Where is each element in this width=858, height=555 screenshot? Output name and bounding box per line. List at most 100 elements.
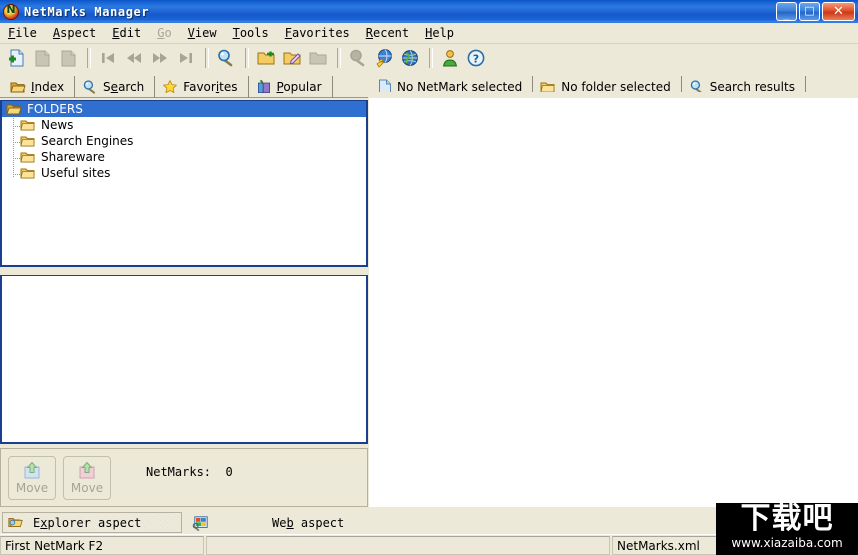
folder-icon xyxy=(20,136,35,147)
left-tab-strip: Index Search Favorites Popular xyxy=(0,74,368,98)
title-bar: NetMarks Manager _ □ ✕ xyxy=(0,0,858,23)
tree-row-useful-sites-label: Useful sites xyxy=(41,166,111,180)
move-down-button[interactable]: Move xyxy=(63,455,111,500)
folder-tree-panel[interactable]: FOLDERS News Search Engines Shareware Us… xyxy=(0,100,368,267)
copy-netmark-icon xyxy=(61,50,76,67)
toolbar-separator xyxy=(337,48,341,68)
move-up-button[interactable]: Move xyxy=(8,455,56,500)
new-folder-icon xyxy=(257,51,275,65)
delete-folder-button xyxy=(306,46,330,70)
menu-recent[interactable]: Recent xyxy=(358,24,417,42)
toolbar-separator xyxy=(205,48,209,68)
tree-row-news[interactable]: News xyxy=(2,117,366,133)
folder-open-icon xyxy=(10,82,26,93)
next-record-button xyxy=(148,46,172,70)
user-button[interactable] xyxy=(438,46,462,70)
import-web-button[interactable] xyxy=(372,46,396,70)
toolbar: ? xyxy=(0,44,858,72)
watermark-overlay: 下载吧 www.xiazaiba.com xyxy=(716,503,858,555)
menu-edit[interactable]: Edit xyxy=(104,24,149,42)
close-icon: ✕ xyxy=(833,4,844,19)
first-record-icon xyxy=(102,53,114,63)
netmarks-count: NetMarks: 0 xyxy=(146,464,233,479)
tab-popular[interactable]: Popular xyxy=(249,76,333,98)
book-icon xyxy=(257,79,270,93)
web-aspect-label: Web aspect xyxy=(272,515,345,530)
edit-folder-icon xyxy=(283,52,301,65)
tree-row-useful-sites[interactable]: Useful sites xyxy=(2,165,366,181)
netmark-detail-panel[interactable] xyxy=(368,98,858,507)
star-icon xyxy=(163,80,178,93)
search-button[interactable] xyxy=(214,46,238,70)
next-record-icon xyxy=(153,53,167,63)
close-button[interactable]: ✕ xyxy=(822,2,855,21)
help-icon: ? xyxy=(467,49,485,67)
find-button xyxy=(346,46,370,70)
folder-open-icon xyxy=(6,104,22,115)
toolbar-separator xyxy=(87,48,91,68)
tab-index[interactable]: Index xyxy=(0,76,76,98)
help-button[interactable]: ? xyxy=(464,46,488,70)
explorer-aspect-button[interactable]: Explorer aspect xyxy=(2,512,182,533)
status-cell-message xyxy=(206,536,610,555)
svg-text:?: ? xyxy=(473,52,479,65)
globe-button[interactable] xyxy=(398,46,422,70)
minimize-button[interactable]: _ xyxy=(776,2,797,21)
tree-row-folders-label: FOLDERS xyxy=(27,102,83,116)
menu-favorites[interactable]: Favorites xyxy=(277,24,358,42)
tab-favorites[interactable]: Favorites xyxy=(155,76,249,98)
netmark-actions-panel: Move Move NetMarks: 0 xyxy=(0,448,368,507)
maximize-icon: □ xyxy=(804,4,815,17)
status-cell-hint: First NetMark F2 xyxy=(0,536,204,555)
menu-help[interactable]: Help xyxy=(417,24,462,42)
new-netmark-button[interactable] xyxy=(4,46,28,70)
menu-file[interactable]: File xyxy=(0,24,45,42)
tree-row-shareware-label: Shareware xyxy=(41,150,105,164)
first-record-button xyxy=(96,46,120,70)
toolbar-separator xyxy=(429,48,433,68)
magnifier-icon xyxy=(83,80,96,94)
tree-connector-line xyxy=(13,174,20,175)
tree-row-shareware[interactable]: Shareware xyxy=(2,149,366,165)
toolbar-separator xyxy=(245,48,249,68)
tab-search-label: Search xyxy=(103,80,145,94)
tab-favorites-label: Favorites xyxy=(183,80,238,94)
folder-icon xyxy=(20,120,35,131)
previous-record-button xyxy=(122,46,146,70)
globe-icon xyxy=(402,50,418,66)
tree-connector-line xyxy=(13,142,20,143)
tree-row-search-engines[interactable]: Search Engines xyxy=(2,133,366,149)
window-controls: _ □ ✕ xyxy=(776,2,855,21)
tab-index-label: Index xyxy=(31,80,65,94)
move-up-button-label: Move xyxy=(15,480,49,495)
tab-popular-label: Popular xyxy=(276,80,322,94)
find-icon xyxy=(350,49,365,67)
tab-search[interactable]: Search xyxy=(75,76,156,98)
new-folder-button[interactable] xyxy=(254,46,278,70)
tree-row-search-engines-label: Search Engines xyxy=(41,134,134,148)
delete-folder-icon xyxy=(309,52,327,65)
maximize-button[interactable]: □ xyxy=(799,2,820,21)
import-web-icon xyxy=(376,49,392,68)
menu-tools[interactable]: Tools xyxy=(225,24,277,42)
tree-connector-line xyxy=(13,158,20,159)
watermark-url: www.xiazaiba.com xyxy=(731,536,843,550)
netmark-list-panel[interactable] xyxy=(0,275,368,444)
copy-netmark-button xyxy=(56,46,80,70)
last-record-icon xyxy=(180,53,192,63)
tree-row-news-label: News xyxy=(41,118,74,132)
tree-row-folders[interactable]: FOLDERS xyxy=(2,101,366,117)
last-record-button xyxy=(174,46,198,70)
user-icon xyxy=(443,50,457,67)
move-down-button-label: Move xyxy=(70,480,104,495)
netmarks-logo-icon xyxy=(3,3,19,20)
explorer-aspect-icon xyxy=(8,517,23,527)
menu-view[interactable]: View xyxy=(180,24,225,42)
menu-aspect[interactable]: Aspect xyxy=(45,24,104,42)
web-aspect-button[interactable]: Web aspect xyxy=(188,512,350,533)
cut-netmark-icon xyxy=(35,50,50,67)
edit-folder-button[interactable] xyxy=(280,46,304,70)
previous-record-icon xyxy=(127,53,141,63)
cut-netmark-button xyxy=(30,46,54,70)
menu-bar: File Aspect Edit Go View Tools Favorites… xyxy=(0,23,858,44)
